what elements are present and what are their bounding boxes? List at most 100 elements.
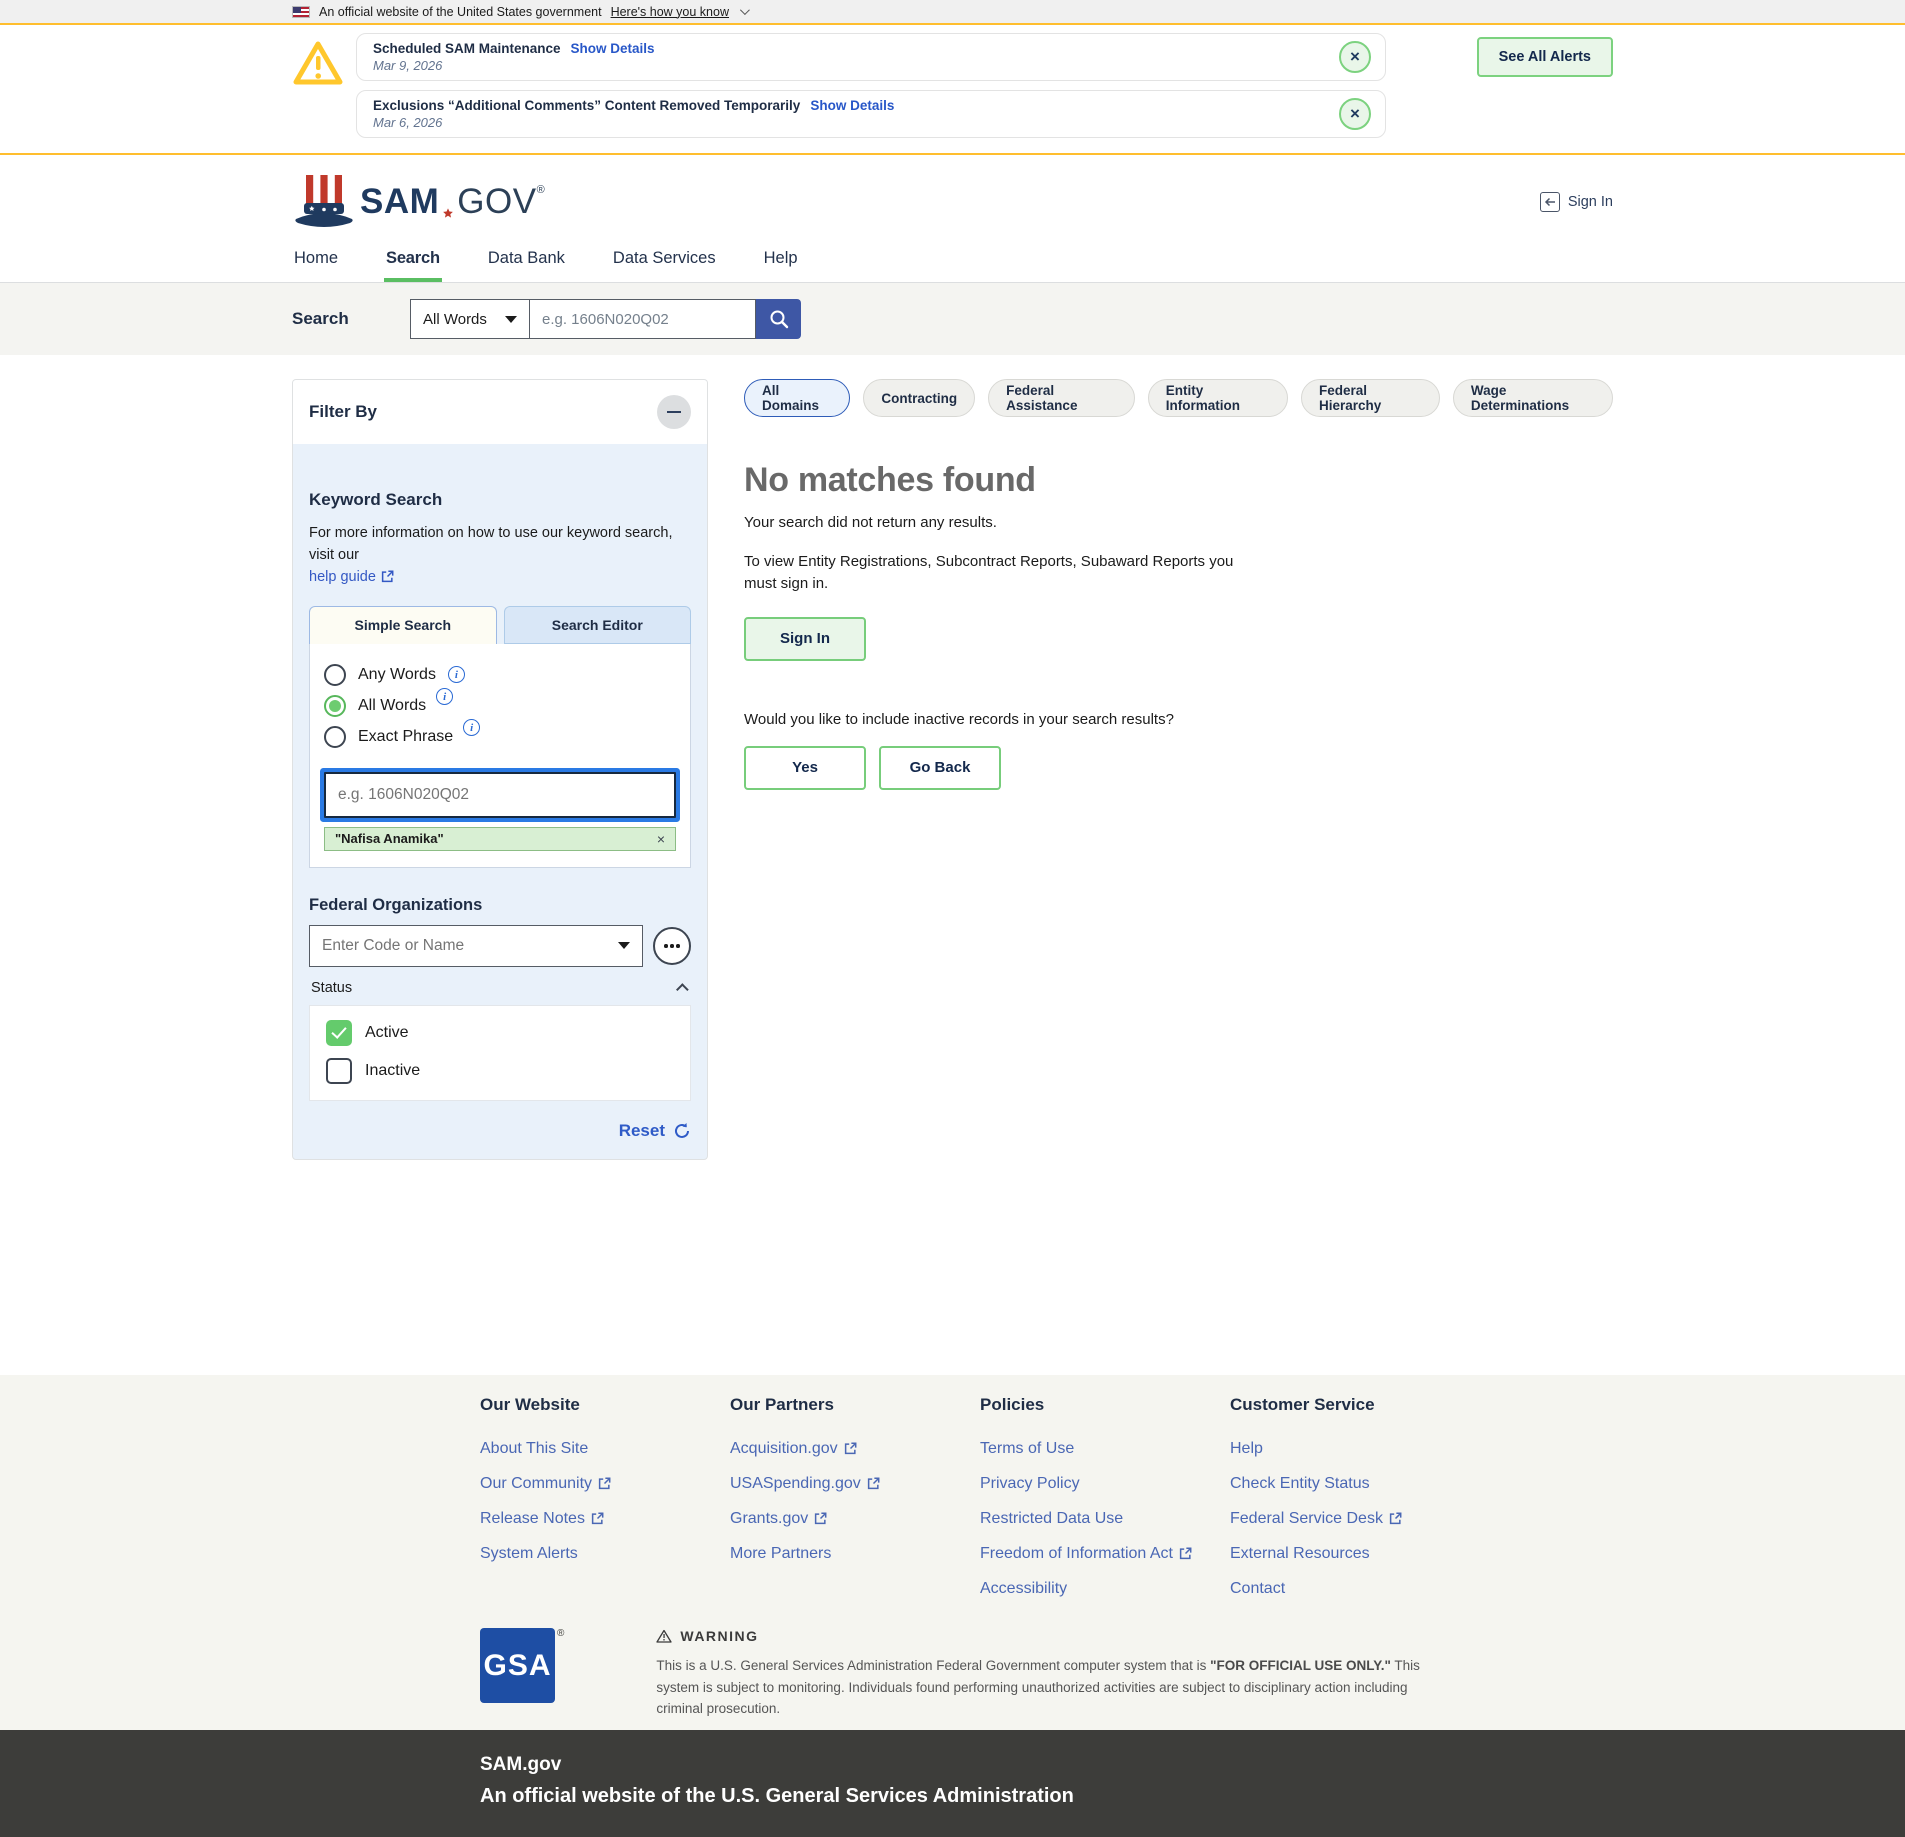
checkbox-active-label: Active — [365, 1024, 409, 1042]
keyword-input[interactable] — [324, 772, 676, 818]
site-footer: Our Website About This Site Our Communit… — [0, 1375, 1905, 1730]
footer-column-policies: Policies Terms of Use Privacy Policy Res… — [980, 1395, 1230, 1614]
reset-filters-link[interactable]: Reset — [619, 1121, 665, 1141]
checkbox-inactive[interactable] — [326, 1058, 352, 1084]
domain-pill-all-domains[interactable]: All Domains — [744, 379, 850, 417]
footer-link-usaspending-gov[interactable]: USASpending.gov — [730, 1474, 980, 1493]
domain-pill-entity-information[interactable]: Entity Information — [1148, 379, 1288, 417]
footer-link-check-entity-status[interactable]: Check Entity Status — [1230, 1474, 1480, 1493]
footer-sam-gov: SAM.gov — [480, 1754, 1905, 1776]
footer-link-terms-of-use[interactable]: Terms of Use — [980, 1439, 1230, 1458]
magnifier-icon — [768, 308, 790, 330]
footer-link-grants-gov[interactable]: Grants.gov — [730, 1509, 980, 1528]
footer-link-label: Accessibility — [980, 1580, 1067, 1598]
sam-gov-logo[interactable]: SAM GOV ® — [292, 173, 545, 231]
domain-pill-federal-hierarchy[interactable]: Federal Hierarchy — [1301, 379, 1440, 417]
close-alert-button[interactable]: × — [1339, 41, 1371, 73]
external-link-icon — [598, 1477, 611, 1490]
footer-link-label: USASpending.gov — [730, 1475, 861, 1493]
footer-link-label: Freedom of Information Act — [980, 1545, 1173, 1563]
external-link-icon — [381, 570, 394, 583]
heres-how-you-know-link[interactable]: Here's how you know — [611, 5, 729, 19]
domain-pill-federal-assistance[interactable]: Federal Assistance — [988, 379, 1135, 417]
info-icon[interactable]: i — [436, 688, 453, 705]
nav-item-home[interactable]: Home — [292, 239, 340, 282]
footer-official-text: An official website of the U.S. General … — [480, 1785, 1905, 1808]
info-icon[interactable]: i — [463, 719, 480, 736]
chevron-down-icon[interactable] — [740, 5, 750, 15]
federal-organizations-heading: Federal Organizations — [309, 896, 691, 915]
collapse-filters-button[interactable] — [657, 395, 691, 429]
keyword-chip-text: "Nafisa Anamika" — [335, 831, 444, 846]
nav-item-data-services[interactable]: Data Services — [611, 239, 718, 282]
see-all-alerts-button[interactable]: See All Alerts — [1477, 37, 1613, 77]
radio-all-words-label: All Words — [358, 697, 426, 715]
primary-nav: Home Search Data Bank Data Services Help — [0, 239, 1905, 283]
footer-link-privacy-policy[interactable]: Privacy Policy — [980, 1474, 1230, 1493]
footer-link-system-alerts[interactable]: System Alerts — [480, 1544, 730, 1563]
radio-any-words[interactable] — [324, 664, 346, 686]
include-inactive-question: Would you like to include inactive recor… — [744, 711, 1613, 728]
footer-link-label: External Resources — [1230, 1545, 1370, 1563]
warning-paragraph-1: This is a U.S. General Services Administ… — [656, 1655, 1456, 1720]
federal-orgs-input[interactable] — [322, 937, 618, 955]
footer-link-acquisition-gov[interactable]: Acquisition.gov — [730, 1439, 980, 1458]
footer-link-external-resources[interactable]: External Resources — [1230, 1544, 1480, 1563]
sign-in-button[interactable]: Sign In — [744, 617, 866, 661]
simple-search-panel: Any Words i All Words i Exact Phrase i — [309, 644, 691, 868]
remove-chip-icon[interactable]: × — [657, 832, 665, 846]
external-link-icon — [867, 1477, 880, 1490]
radio-exact-phrase[interactable] — [324, 726, 346, 748]
domain-pill-contracting[interactable]: Contracting — [863, 379, 975, 417]
footer-link-label: Terms of Use — [980, 1440, 1074, 1458]
footer-link-help[interactable]: Help — [1230, 1439, 1480, 1458]
nav-item-help[interactable]: Help — [762, 239, 800, 282]
tab-search-editor[interactable]: Search Editor — [504, 606, 692, 644]
footer-link-release-notes[interactable]: Release Notes — [480, 1509, 730, 1528]
search-submit-button[interactable] — [756, 299, 801, 339]
nav-item-data-bank[interactable]: Data Bank — [486, 239, 567, 282]
footer-link-foia[interactable]: Freedom of Information Act — [980, 1544, 1230, 1563]
checkbox-active[interactable] — [326, 1020, 352, 1046]
external-link-icon — [591, 1512, 604, 1525]
close-alert-button[interactable]: × — [1339, 98, 1371, 130]
sign-in-link[interactable]: Sign In — [1540, 192, 1613, 212]
footer-link-contact[interactable]: Contact — [1230, 1579, 1480, 1598]
footer-link-label: Release Notes — [480, 1510, 585, 1528]
status-options-box: Active Inactive — [309, 1005, 691, 1101]
yes-button[interactable]: Yes — [744, 746, 866, 790]
domain-pill-wage-determinations[interactable]: Wage Determinations — [1453, 379, 1613, 417]
footer-heading: Policies — [980, 1395, 1230, 1415]
more-options-button[interactable] — [653, 927, 691, 965]
alerts-section: Scheduled SAM Maintenance Show Details M… — [0, 25, 1905, 155]
footer-heading: Our Website — [480, 1395, 730, 1415]
show-details-link[interactable]: Show Details — [571, 41, 655, 56]
reset-refresh-icon[interactable] — [673, 1122, 691, 1140]
search-scope-select[interactable]: All Words — [410, 299, 530, 339]
uncle-sam-hat-icon — [292, 173, 356, 231]
footer-link-more-partners[interactable]: More Partners — [730, 1544, 980, 1563]
gsa-logo: GSA ® — [480, 1628, 564, 1730]
footer-link-our-community[interactable]: Our Community — [480, 1474, 730, 1493]
footer-link-accessibility[interactable]: Accessibility — [980, 1579, 1230, 1598]
search-bar-section: Search All Words — [0, 283, 1905, 355]
info-icon[interactable]: i — [448, 666, 465, 683]
footer-link-restricted-data-use[interactable]: Restricted Data Use — [980, 1509, 1230, 1528]
tab-simple-search[interactable]: Simple Search — [309, 606, 497, 644]
caret-down-icon — [505, 316, 517, 323]
help-guide-link[interactable]: help guide — [309, 569, 394, 585]
footer-link-label: About This Site — [480, 1440, 588, 1458]
go-back-button[interactable]: Go Back — [879, 746, 1001, 790]
footer-link-about-this-site[interactable]: About This Site — [480, 1439, 730, 1458]
registered-mark: ® — [557, 1628, 564, 1639]
chevron-up-icon[interactable] — [676, 984, 689, 997]
footer-link-label: Federal Service Desk — [1230, 1510, 1383, 1528]
show-details-link[interactable]: Show Details — [810, 98, 894, 113]
nav-item-search[interactable]: Search — [384, 239, 442, 282]
radio-all-words[interactable] — [324, 695, 346, 717]
footer-link-federal-service-desk[interactable]: Federal Service Desk — [1230, 1509, 1480, 1528]
warning-block: WARNING This is a U.S. General Services … — [656, 1628, 1456, 1730]
search-input[interactable] — [530, 299, 756, 339]
logo-sam-text: SAM — [360, 182, 439, 222]
federal-orgs-combobox[interactable] — [309, 925, 643, 967]
